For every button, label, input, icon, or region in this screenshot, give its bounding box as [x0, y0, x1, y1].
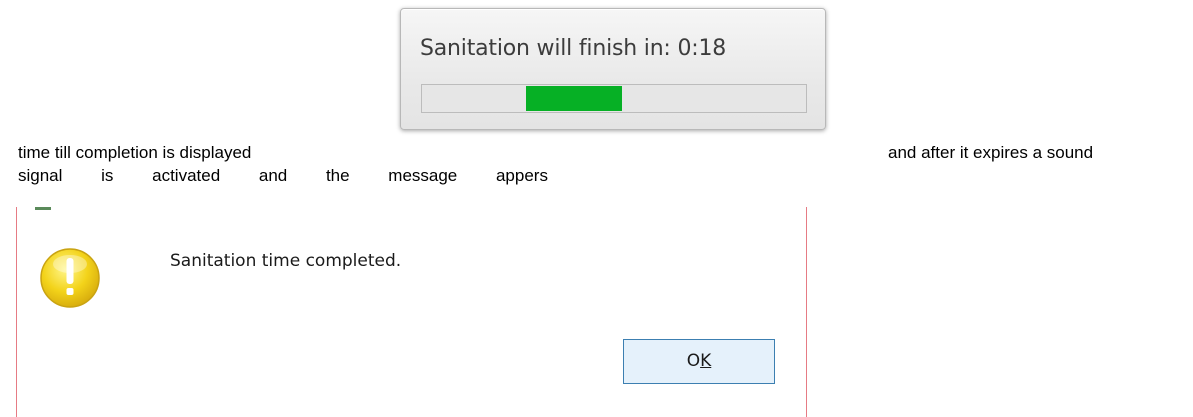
doc-word: and: [258, 166, 288, 185]
warning-exclamation-icon: [40, 248, 100, 308]
ok-button[interactable]: OK: [623, 339, 775, 384]
doc-text-line1-start: time till completion is displayed: [18, 143, 252, 162]
progress-bar-track: [421, 84, 807, 113]
dialog-title-icon-remnant: [35, 207, 51, 210]
doc-text-line2: signal is activated and the message appe…: [18, 166, 548, 186]
doc-word: is: [101, 166, 114, 185]
doc-word: appers: [495, 166, 548, 185]
completion-message-dialog: Sanitation time completed. OK: [16, 207, 807, 417]
doc-word: message: [388, 166, 458, 185]
progress-bar-indicator: [525, 86, 622, 111]
doc-word: activated: [152, 166, 221, 185]
sanitation-progress-window: Sanitation will finish in: 0:18: [400, 8, 826, 130]
ok-button-label: O: [686, 351, 701, 371]
ok-button-mnemonic: K: [700, 351, 712, 371]
doc-text-line1-end: and after it expires a sound: [888, 143, 1094, 162]
doc-word: signal: [18, 166, 63, 185]
doc-word: the: [325, 166, 350, 185]
progress-status-text: Sanitation will finish in: 0:18: [420, 36, 727, 61]
dialog-message-text: Sanitation time completed.: [170, 251, 402, 271]
